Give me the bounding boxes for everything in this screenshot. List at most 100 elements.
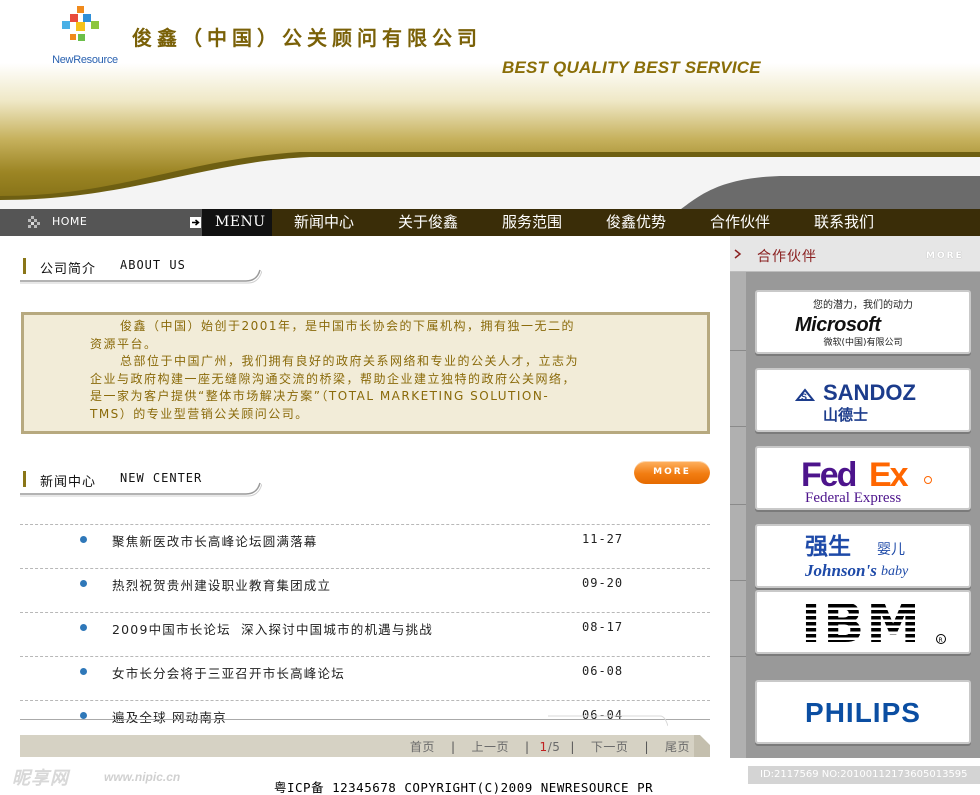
arrow-right-icon: [190, 217, 201, 228]
section-title-bar: [23, 471, 26, 487]
bullet-icon: [80, 624, 87, 631]
pager-current: 1: [539, 740, 548, 754]
news-more-button[interactable]: MORE: [634, 461, 710, 484]
nav-menu: MENU: [202, 209, 272, 236]
pager-next[interactable]: 下一页: [591, 740, 629, 754]
nav-item-services[interactable]: 服务范围: [480, 209, 584, 236]
news-item[interactable]: 2009中国市长论坛 深入探讨中国城市的机遇与挑战 08-17: [20, 612, 710, 656]
nav-home[interactable]: HOME: [0, 209, 202, 236]
pager-first[interactable]: 首页: [410, 740, 435, 754]
sandoz-s-icon: S: [801, 392, 807, 402]
news-item-title[interactable]: 聚焦新医改市长高峰论坛圆满落幕: [112, 531, 318, 550]
microsoft-sub: 微软(中国)有限公司: [823, 336, 902, 348]
sidebar-more-link[interactable]: MORE: [926, 251, 964, 261]
news-item-title[interactable]: 遍及全球 网动南京: [112, 707, 227, 726]
partner-fedex[interactable]: Fed Ex Federal Express: [755, 446, 971, 510]
pager-separator: |: [525, 740, 530, 754]
about-paragraph-2: 总部位于中国广州，我们拥有良好的政府关系网络和专业的公关人才，立志为企业与政府构…: [90, 354, 580, 421]
home-link[interactable]: HOME: [52, 215, 87, 228]
section-title-bar: [23, 258, 26, 274]
news-item-title[interactable]: 热烈祝贺贵州建设职业教育集团成立: [112, 575, 331, 594]
johnson-baby: baby: [881, 564, 909, 579]
fedex-sub: Federal Express: [805, 490, 901, 506]
johnson-cn1: 强生: [805, 534, 851, 560]
pager-corner-decoration: [694, 735, 710, 757]
logo-text: NewResource: [52, 54, 118, 66]
nav-item-news[interactable]: 新闻中心: [272, 209, 376, 236]
page-header: NewResource 俊鑫（中国）公关顾问有限公司 BEST QUALITY …: [0, 0, 980, 210]
sidebar-strip: [730, 236, 746, 758]
partner-microsoft[interactable]: 您的潜力，我们的动力 Microsoft 微软(中国)有限公司: [755, 290, 971, 354]
sandoz-logo: S SANDOZ 山德士: [787, 374, 945, 426]
partner-ibm[interactable]: IBM R: [755, 590, 971, 654]
johnson-cn2: 婴儿: [877, 542, 905, 558]
johnsons-baby-logo: 强生 婴儿 Johnson's baby: [803, 530, 921, 582]
partner-sandoz[interactable]: S SANDOZ 山德士: [755, 368, 971, 432]
news-section-title: 新闻中心 NEW CENTER: [20, 469, 262, 501]
diamond-dots-icon: [28, 216, 40, 228]
news-item-title[interactable]: 女市长分会将于三亚召开市长高峰论坛: [112, 663, 345, 682]
ibm-name: IBM: [801, 592, 922, 652]
pager-separator: |: [450, 740, 456, 754]
pagination-items: 首页 | 上一页 | 1/5 | 下一页 | 尾页: [404, 738, 696, 755]
philips-logo: PHILIPS: [783, 684, 953, 740]
fedex-fed: Fed: [801, 456, 856, 494]
company-name: 俊鑫（中国）公关顾问有限公司: [132, 26, 482, 50]
about-title-en: ABOUT US: [120, 258, 186, 272]
news-item-title[interactable]: 2009中国市长论坛 深入探讨中国城市的机遇与挑战: [112, 619, 433, 638]
main-nav: HOME MENU 新闻中心 关于俊鑫 服务范围 俊鑫优势 合作伙伴 联系我们: [0, 209, 980, 236]
registered-icon: R: [939, 637, 943, 644]
news-item-date: 06-08: [582, 664, 624, 678]
news-item[interactable]: 女市长分会将于三亚召开市长高峰论坛 06-08: [20, 656, 710, 700]
about-title-cn: 公司简介: [40, 262, 97, 277]
microsoft-tagline: 您的潜力，我们的动力: [813, 298, 913, 311]
footer-copyright: 粤ICP备 12345678 COPYRIGHT(C)2009 NEWRESOU…: [274, 780, 654, 795]
pager-total: /5: [547, 740, 561, 754]
news-list: 聚焦新医改市长高峰论坛圆满落幕 11-27 热烈祝贺贵州建设职业教育集团成立 0…: [20, 524, 710, 740]
news-item-date: 09-20: [582, 576, 624, 590]
microsoft-name: Microsoft: [795, 314, 882, 336]
partners-sidebar: 合作伙伴 MORE 您的潜力，我们的动力 Microsoft 微软(中国)有限公…: [730, 236, 980, 758]
partner-johnsons-baby[interactable]: 强生 婴儿 Johnson's baby: [755, 524, 971, 588]
pagination: 首页 | 上一页 | 1/5 | 下一页 | 尾页: [20, 735, 710, 757]
watermark-brand: 昵享网: [12, 768, 69, 789]
johnson-name: Johnson's: [804, 561, 877, 580]
fedex-ex: Ex: [869, 456, 909, 494]
news-item-date: 08-17: [582, 620, 624, 634]
pager-separator: |: [570, 740, 575, 754]
sidebar-title: 合作伙伴: [757, 249, 817, 265]
bullet-icon: [80, 712, 87, 719]
partner-philips[interactable]: PHILIPS: [755, 680, 971, 744]
logo-mark-icon: [62, 6, 99, 41]
company-logo[interactable]: NewResource: [40, 4, 130, 68]
about-section-title: 公司简介 ABOUT US: [20, 256, 262, 288]
divider-notch-decoration: [548, 715, 668, 727]
watermark-url: www.nipic.cn: [104, 770, 181, 784]
image-id-badge: ID:2117569 NO:20100112173605013595: [748, 766, 980, 784]
bullet-icon: [80, 580, 87, 587]
fedex-logo: Fed Ex Federal Express: [797, 450, 933, 506]
news-item[interactable]: 聚焦新医改市长高峰论坛圆满落幕 11-27: [20, 524, 710, 568]
nav-item-partners[interactable]: 合作伙伴: [688, 209, 792, 236]
microsoft-logo: 您的潜力，我们的动力 Microsoft 微软(中国)有限公司: [795, 296, 931, 348]
nav-items: 新闻中心 关于俊鑫 服务范围 俊鑫优势 合作伙伴 联系我们: [272, 209, 896, 236]
nav-item-about[interactable]: 关于俊鑫: [376, 209, 480, 236]
news-title-en: NEW CENTER: [120, 471, 203, 485]
menu-label: MENU: [215, 214, 266, 230]
about-paragraph-1: 俊鑫（中国）始创于2001年，是中国市长协会的下属机构，拥有独一无二的资源平台。: [90, 319, 576, 351]
news-title-cn: 新闻中心: [40, 475, 97, 490]
pager-separator: |: [644, 740, 649, 754]
nav-item-contact[interactable]: 联系我们: [792, 209, 896, 236]
sidebar-header: 合作伙伴 MORE: [730, 236, 980, 272]
sandoz-name: SANDOZ: [823, 380, 916, 405]
news-item[interactable]: 热烈祝贺贵州建设职业教育集团成立 09-20: [20, 568, 710, 612]
slogan: BEST QUALITY BEST SERVICE: [502, 58, 761, 77]
bullet-icon: [80, 536, 87, 543]
sandoz-cn: 山德士: [823, 406, 868, 424]
pager-prev[interactable]: 上一页: [471, 740, 509, 754]
about-box: 俊鑫（中国）始创于2001年，是中国市长协会的下属机构，拥有独一无二的资源平台。…: [21, 312, 710, 434]
triangle-right-icon: [734, 249, 742, 259]
bullet-icon: [80, 668, 87, 675]
nav-item-advantages[interactable]: 俊鑫优势: [584, 209, 688, 236]
pager-last[interactable]: 尾页: [665, 740, 690, 754]
